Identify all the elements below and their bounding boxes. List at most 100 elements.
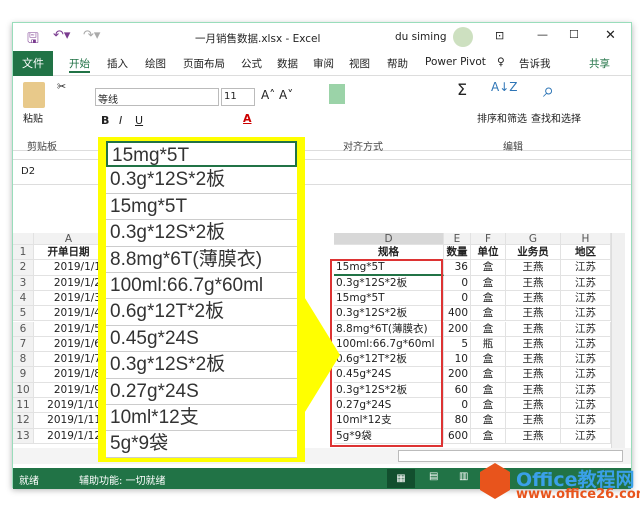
tab-home[interactable]: 开始 xyxy=(69,56,90,73)
grow-font-icon[interactable]: A˄ A˅ xyxy=(261,88,293,102)
data-cell[interactable]: 瓶 xyxy=(471,336,506,353)
row-header[interactable]: 5 xyxy=(13,306,34,322)
data-cell[interactable]: 盒 xyxy=(471,352,506,368)
tab-formulas[interactable]: 公式 xyxy=(241,56,262,71)
page-layout-view-icon[interactable]: ▤ xyxy=(429,471,438,482)
data-cell[interactable]: 2019/1/3 xyxy=(34,290,104,307)
data-cell[interactable]: 王燕 xyxy=(506,413,561,429)
autosum-icon[interactable]: Σ xyxy=(457,80,467,99)
data-cell[interactable]: 盒 xyxy=(471,382,506,398)
data-cell[interactable]: 王燕 xyxy=(506,352,561,368)
data-cell[interactable]: 盒 xyxy=(471,260,506,276)
tab-view[interactable]: 视图 xyxy=(349,56,370,71)
data-cell[interactable]: 0 xyxy=(444,290,471,307)
cut-icon[interactable]: ✂ xyxy=(57,80,66,93)
data-cell[interactable]: 王燕 xyxy=(506,382,561,398)
ribbon-display-icon[interactable]: ⊡ xyxy=(495,29,504,42)
underline-button[interactable]: U xyxy=(135,114,143,127)
row-header[interactable]: 8 xyxy=(13,352,34,368)
data-cell[interactable]: 江苏 xyxy=(561,382,611,398)
data-cell[interactable]: 江苏 xyxy=(561,321,611,337)
tab-help[interactable]: 帮助 xyxy=(387,56,408,71)
data-cell[interactable]: 5 xyxy=(444,336,471,353)
share-button[interactable]: 共享 xyxy=(589,56,610,71)
data-cell[interactable]: 盒 xyxy=(471,398,506,414)
data-cell[interactable]: 江苏 xyxy=(561,275,611,291)
data-cell[interactable]: 36 xyxy=(444,260,471,276)
font-color-icon[interactable]: A xyxy=(243,112,252,125)
data-cell[interactable]: 江苏 xyxy=(561,413,611,429)
data-cell[interactable]: 江苏 xyxy=(561,398,611,414)
row-header[interactable]: 7 xyxy=(13,336,34,353)
data-cell[interactable]: 2019/1/5 xyxy=(34,321,104,337)
accessibility-status[interactable]: 辅助功能: 一切就绪 xyxy=(79,472,166,487)
data-cell[interactable]: 2019/1/8 xyxy=(34,367,104,383)
select-all-corner[interactable] xyxy=(13,233,34,245)
row-header[interactable]: 2 xyxy=(13,260,34,276)
data-cell[interactable]: 王燕 xyxy=(506,336,561,353)
data-cell[interactable]: 王燕 xyxy=(506,428,561,444)
bold-button[interactable]: B xyxy=(101,114,109,127)
data-cell[interactable]: 王燕 xyxy=(506,367,561,383)
sort-filter-button[interactable]: 排序和筛选 xyxy=(477,110,527,125)
name-box[interactable]: D2 xyxy=(21,166,35,177)
tab-power-pivot[interactable]: Power Pivot xyxy=(425,56,486,68)
data-cell[interactable]: 王燕 xyxy=(506,398,561,414)
data-cell[interactable]: 王燕 xyxy=(506,290,561,307)
row-header[interactable]: 13 xyxy=(13,428,34,444)
data-cell[interactable]: 600 xyxy=(444,428,471,444)
data-cell[interactable]: 盒 xyxy=(471,290,506,307)
font-size-select[interactable]: 11 xyxy=(221,88,255,106)
data-cell[interactable]: 10 xyxy=(444,352,471,368)
data-cell[interactable]: 2019/1/6 xyxy=(34,336,104,353)
tab-data[interactable]: 数据 xyxy=(277,56,298,71)
paste-icon[interactable] xyxy=(23,82,45,108)
data-cell[interactable]: 2019/1/9 xyxy=(34,382,104,398)
tab-file[interactable]: 文件 xyxy=(13,51,53,76)
data-cell[interactable]: 王燕 xyxy=(506,306,561,322)
data-cell[interactable]: 2019/1/2 xyxy=(34,275,104,291)
font-name-select[interactable]: 等线 xyxy=(95,88,219,106)
redo-icon[interactable]: ↷▾ xyxy=(83,28,100,43)
row-header[interactable]: 11 xyxy=(13,398,34,414)
data-cell[interactable]: 江苏 xyxy=(561,336,611,353)
header-cell[interactable]: 单位 xyxy=(471,245,506,261)
data-cell[interactable]: 王燕 xyxy=(506,275,561,291)
data-cell[interactable]: 2019/1/12 xyxy=(34,428,104,444)
header-cell[interactable]: 地区 xyxy=(561,245,611,261)
data-cell[interactable]: 2019/1/7 xyxy=(34,352,104,368)
find-select-button[interactable]: 查找和选择 xyxy=(531,110,581,125)
close-icon[interactable]: ✕ xyxy=(605,28,616,43)
page-break-view-icon[interactable]: ▥ xyxy=(459,471,468,482)
header-cell[interactable]: 数量 xyxy=(444,245,471,261)
data-cell[interactable]: 盒 xyxy=(471,367,506,383)
data-cell[interactable]: 江苏 xyxy=(561,306,611,322)
horizontal-scrollbar[interactable] xyxy=(398,450,623,462)
tab-review[interactable]: 审阅 xyxy=(313,56,334,71)
normal-view-icon[interactable]: ▦ xyxy=(387,469,415,488)
row-header[interactable]: 10 xyxy=(13,382,34,398)
data-cell[interactable]: 0 xyxy=(444,275,471,291)
data-cell[interactable]: 盒 xyxy=(471,413,506,429)
maximize-icon[interactable]: ☐ xyxy=(569,28,579,41)
minimize-icon[interactable]: — xyxy=(537,28,548,41)
data-cell[interactable]: 200 xyxy=(444,321,471,337)
data-cell[interactable]: 200 xyxy=(444,367,471,383)
data-cell[interactable]: 60 xyxy=(444,382,471,398)
tell-me[interactable]: 告诉我 xyxy=(519,56,551,71)
data-cell[interactable]: 0 xyxy=(444,398,471,414)
data-cell[interactable]: 2019/1/10 xyxy=(34,398,104,414)
undo-icon[interactable]: ↶▾ xyxy=(53,28,70,43)
column-header[interactable]: A xyxy=(34,233,104,245)
italic-button[interactable]: I xyxy=(119,114,122,127)
save-icon[interactable]: 🖫 xyxy=(27,28,39,52)
column-header[interactable]: F xyxy=(471,233,506,245)
column-header[interactable]: G xyxy=(506,233,561,245)
data-cell[interactable]: 盒 xyxy=(471,428,506,444)
data-cell[interactable]: 盒 xyxy=(471,275,506,291)
row-header[interactable]: 12 xyxy=(13,413,34,429)
column-header[interactable]: H xyxy=(561,233,611,245)
column-header[interactable]: E xyxy=(444,233,471,245)
row-header[interactable]: 3 xyxy=(13,275,34,291)
data-cell[interactable]: 2019/1/1 xyxy=(34,260,104,276)
